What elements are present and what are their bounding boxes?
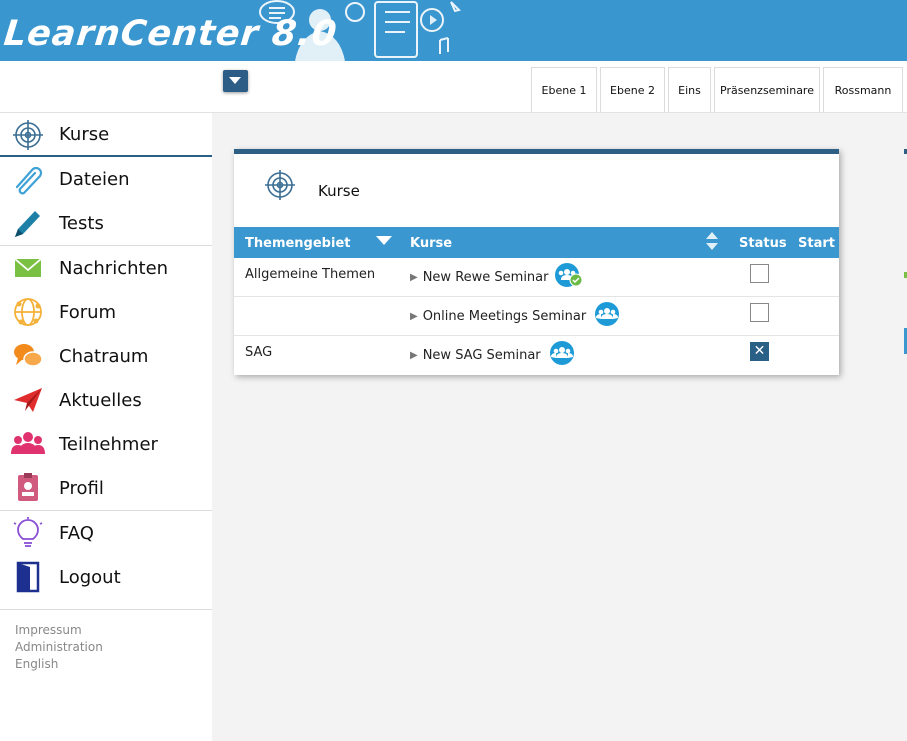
table-row: SAG ▶ New SAG Seminar ✕ bbox=[234, 336, 839, 375]
sidebar-item-label: Kurse bbox=[59, 123, 110, 145]
column-header-themengebiet[interactable]: Themengebiet bbox=[245, 236, 350, 251]
status-checkbox[interactable] bbox=[750, 264, 769, 283]
tab-praesenzseminare[interactable]: Präsenzseminare bbox=[714, 67, 820, 112]
column-header-status: Status bbox=[739, 236, 787, 251]
courses-panel: Kurse Themengebiet Kurse Status Start Al… bbox=[234, 149, 839, 375]
target-icon bbox=[13, 120, 43, 150]
group-icon bbox=[595, 302, 620, 326]
sidebar-item-label: Nachrichten bbox=[59, 257, 169, 279]
course-link[interactable]: ▶ New SAG Seminar bbox=[410, 341, 576, 365]
topic-cell: Allgemeine Themen bbox=[245, 267, 376, 282]
header-illustration bbox=[259, 0, 461, 61]
table-row: ▶ Online Meetings Seminar bbox=[234, 297, 839, 336]
door-icon bbox=[16, 561, 40, 593]
sidebar: Kurse Dateien Tests Nachrichten Forum Ch… bbox=[0, 113, 212, 741]
sidebar-toggle-button[interactable] bbox=[223, 70, 248, 92]
forum-icon bbox=[14, 298, 42, 326]
sidebar-item-label: Aktuelles bbox=[59, 389, 142, 411]
status-checkbox-checked[interactable]: ✕ bbox=[750, 342, 769, 361]
lightbulb-icon bbox=[13, 517, 43, 547]
sidebar-item-label: Profil bbox=[59, 477, 104, 499]
tab-eins[interactable]: Eins bbox=[668, 67, 711, 112]
footer-links: Impressum Administration English bbox=[15, 622, 103, 673]
table-row: Allgemeine Themen ▶ New Rewe Seminar bbox=[234, 258, 839, 297]
sidebar-item-forum[interactable]: Forum bbox=[0, 290, 212, 334]
paperclip-icon bbox=[15, 166, 43, 195]
course-link[interactable]: ▶ Online Meetings Seminar bbox=[410, 302, 621, 326]
badge-icon bbox=[18, 473, 38, 501]
column-header-start: Start bbox=[798, 236, 835, 251]
course-name: Online Meetings Seminar bbox=[422, 308, 587, 324]
expand-arrow-icon: ▶ bbox=[410, 271, 418, 283]
tab-ebene-1[interactable]: Ebene 1 bbox=[531, 67, 597, 112]
chat-icon bbox=[14, 344, 43, 367]
expand-arrow-icon: ▶ bbox=[410, 310, 418, 322]
topic-cell: SAG bbox=[245, 345, 273, 360]
people-icon bbox=[11, 432, 45, 454]
column-header-kurse[interactable]: Kurse bbox=[410, 236, 452, 251]
table-header: Themengebiet Kurse Status Start bbox=[234, 227, 839, 258]
sidebar-item-nachrichten[interactable]: Nachrichten bbox=[0, 246, 212, 290]
sidebar-item-aktuelles[interactable]: Aktuelles bbox=[0, 378, 212, 422]
sidebar-item-teilnehmer[interactable]: Teilnehmer bbox=[0, 422, 212, 466]
group-icon bbox=[549, 341, 574, 365]
sidebar-item-faq[interactable]: FAQ bbox=[0, 511, 212, 555]
sidebar-item-dateien[interactable]: Dateien bbox=[0, 157, 212, 201]
sidebar-item-label: Chatraum bbox=[59, 345, 149, 367]
administration-link[interactable]: Administration bbox=[15, 639, 103, 656]
impressum-link[interactable]: Impressum bbox=[15, 622, 103, 639]
panel-title: Kurse bbox=[318, 182, 360, 200]
paper-plane-icon bbox=[14, 388, 42, 412]
sidebar-item-logout[interactable]: Logout bbox=[0, 555, 212, 599]
level-tabs: Ebene 1 Ebene 2 Eins Präsenzseminare Ros… bbox=[531, 67, 906, 112]
sidebar-item-tests[interactable]: Tests bbox=[0, 201, 212, 245]
target-icon bbox=[265, 170, 295, 200]
sidebar-item-label: Dateien bbox=[59, 168, 130, 190]
sidebar-item-label: FAQ bbox=[59, 522, 94, 544]
app-header: LearnCenter 8.0 bbox=[0, 0, 907, 61]
sort-both-icon[interactable] bbox=[704, 231, 720, 251]
tab-rossmann[interactable]: Rossmann bbox=[823, 67, 903, 112]
envelope-icon bbox=[14, 258, 42, 277]
sidebar-item-label: Tests bbox=[59, 212, 104, 234]
course-link[interactable]: ▶ New Rewe Seminar bbox=[410, 263, 583, 287]
course-name: New SAG Seminar bbox=[422, 347, 541, 363]
sort-desc-icon[interactable] bbox=[376, 236, 392, 246]
sidebar-item-label: Forum bbox=[59, 301, 117, 323]
language-link[interactable]: English bbox=[15, 656, 103, 673]
pencil-icon bbox=[15, 211, 40, 237]
expand-arrow-icon: ▶ bbox=[410, 349, 418, 361]
tab-ebene-2[interactable]: Ebene 2 bbox=[600, 67, 665, 112]
course-name: New Rewe Seminar bbox=[422, 269, 549, 285]
sidebar-item-chatraum[interactable]: Chatraum bbox=[0, 334, 212, 378]
sidebar-item-label: Logout bbox=[59, 566, 121, 588]
status-checkbox[interactable] bbox=[750, 303, 769, 322]
group-check-icon bbox=[555, 263, 583, 287]
sidebar-item-label: Teilnehmer bbox=[59, 433, 158, 455]
sidebar-item-profil[interactable]: Profil bbox=[0, 466, 212, 510]
sidebar-item-kurse[interactable]: Kurse bbox=[0, 113, 212, 157]
